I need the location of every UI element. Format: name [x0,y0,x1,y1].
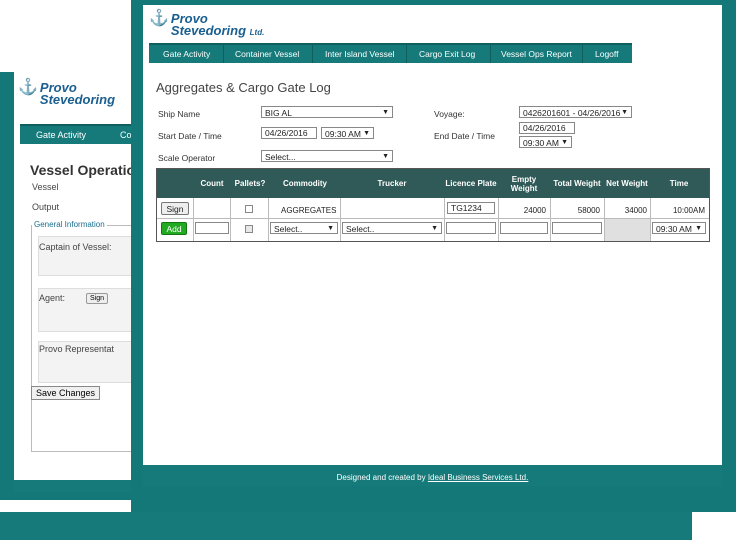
time-select[interactable]: 09:30 AM ▼ [652,222,706,234]
col-divider [498,198,499,241]
back-page-title: Vessel Operatio [30,162,136,178]
nav-gate-activity[interactable]: Gate Activity [163,49,210,59]
back-output-label: Output [32,202,60,212]
general-info-legend: General Information [32,220,107,229]
nav-vessel-ops-report[interactable]: Vessel Ops Report [501,49,572,59]
col-divider [650,198,651,241]
col-divider [444,198,445,241]
col-divider [550,198,551,241]
start-date-time-label: Start Date / Time [158,131,222,141]
captain-label: Captain of Vessel: [39,242,112,252]
voyage-label: Voyage: [434,109,465,119]
col-divider [340,198,341,241]
start-time-select[interactable]: 09:30 AM ▼ [321,127,374,139]
anchor-icon: ⚓ [18,79,38,96]
pallets-checkbox[interactable] [245,205,253,213]
scale-operator-select[interactable]: Select... ▼ [261,150,393,162]
back-nav-gate-activity[interactable]: Gate Activity [36,130,86,140]
back-window-content: ⚓ Provo Stevedoring Gate Activity Co Vesse… [14,72,140,480]
nav-container-vessel[interactable]: Container Vessel [235,49,299,59]
net-weight-cell [605,219,650,241]
header-commodity: Commodity [283,179,327,188]
front-logo: ⚓ Provo Stevedoring Ltd. [149,10,265,38]
dropdown-arrow-icon: ▼ [431,225,438,232]
front-window-content: ⚓ Provo Stevedoring Ltd. Gate Activity Con… [143,5,722,486]
dropdown-arrow-icon: ▼ [327,225,334,232]
net-weight-value: 34000 [624,206,647,215]
time-value: 10:00AM [672,206,705,215]
back-nav-co[interactable]: Co [120,130,132,140]
nav-cargo-exit-log[interactable]: Cargo Exit Log [419,49,475,59]
end-date-input[interactable]: 04/26/2016 [519,122,575,134]
pallets-checkbox-new[interactable] [245,225,253,233]
header-time: Time [669,179,689,188]
dropdown-arrow-icon: ▼ [363,130,370,137]
dropdown-arrow-icon: ▼ [382,153,389,160]
voyage-select[interactable]: 0426201601 - 04/26/2016 ▼ [519,106,632,118]
background-band [0,512,692,540]
ship-name-select[interactable]: BIG AL ▼ [261,106,393,118]
footer-text: Designed and created by Ideal Business S… [336,473,529,482]
col-divider [230,198,231,241]
nav-separator [582,45,583,63]
nav-separator [406,45,407,63]
header-net-weight: Net Weight [606,179,648,188]
nav-separator [312,45,313,63]
back-vessel-label: Vessel [32,182,59,192]
table-header: Count Pallets? Commodity Trucker Licence… [157,169,709,198]
licence-plate-input[interactable]: TG1234 [447,202,495,214]
back-nav-bar: Gate Activity Co [20,124,140,144]
back-logo: ⚓ Provo Stevedoring [18,79,116,107]
end-date-time-label: End Date / Time [434,131,495,141]
dropdown-arrow-icon: ▼ [382,109,389,116]
footer-bar: Designed and created by Ideal Business S… [143,465,722,486]
back-window: ⚓ Provo Stevedoring Gate Activity Co Vesse… [0,72,140,500]
end-time-select[interactable]: 09:30 AM ▼ [519,136,572,148]
general-info-section [31,225,140,452]
page-title: Aggregates & Cargo Gate Log [156,80,331,95]
header-trucker: Trucker [377,179,407,188]
header-total-weight: Total Weight [553,179,601,188]
gate-log-table: Count Pallets? Commodity Trucker Licence… [156,168,710,242]
save-changes-button[interactable]: Save Changes [31,386,101,400]
back-footer-bar [14,480,140,492]
header-count: Count [200,179,224,188]
nav-inter-island-vessel[interactable]: Inter Island Vessel [325,49,394,59]
licence-plate-input-new[interactable] [446,222,496,234]
scale-operator-label: Scale Operator [158,153,216,163]
nav-separator [490,45,491,63]
empty-weight-value: 24000 [523,206,546,215]
commodity-value: AGGREGATES [281,206,337,215]
dropdown-arrow-icon: ▼ [621,109,628,116]
col-divider [268,198,269,241]
total-weight-value: 58000 [577,206,600,215]
sign-button[interactable]: Sign [161,202,189,215]
nav-logoff[interactable]: Logoff [595,49,618,59]
add-button[interactable]: Add [161,222,187,235]
anchor-icon: ⚓ [149,10,169,27]
front-window: ⚓ Provo Stevedoring Ltd. Gate Activity Con… [131,0,736,512]
total-weight-input[interactable] [552,222,602,234]
footer-link[interactable]: Ideal Business Services Ltd. [428,473,529,482]
agent-label: Agent: [39,293,66,303]
count-input[interactable] [195,222,229,234]
provo-rep-label: Provo Representat [39,344,115,354]
nav-separator [223,45,224,63]
header-empty-weight: Empty Weight [510,174,538,193]
header-licence-plate: Licence Plate [445,179,497,188]
dropdown-arrow-icon: ▼ [561,139,568,146]
agent-sign-button[interactable]: Sign [86,293,109,304]
dropdown-arrow-icon: ▼ [695,225,702,232]
trucker-select[interactable]: Select.. ▼ [342,222,442,234]
main-nav-bar: Gate Activity Container Vessel Inter Isl… [149,43,632,63]
start-date-input[interactable]: 04/26/2016 [261,127,317,139]
commodity-select[interactable]: Select.. ▼ [270,222,338,234]
empty-weight-input[interactable] [500,222,548,234]
col-divider [193,198,194,241]
ship-name-label: Ship Name [158,109,201,119]
header-pallets: Pallets? [234,179,266,188]
